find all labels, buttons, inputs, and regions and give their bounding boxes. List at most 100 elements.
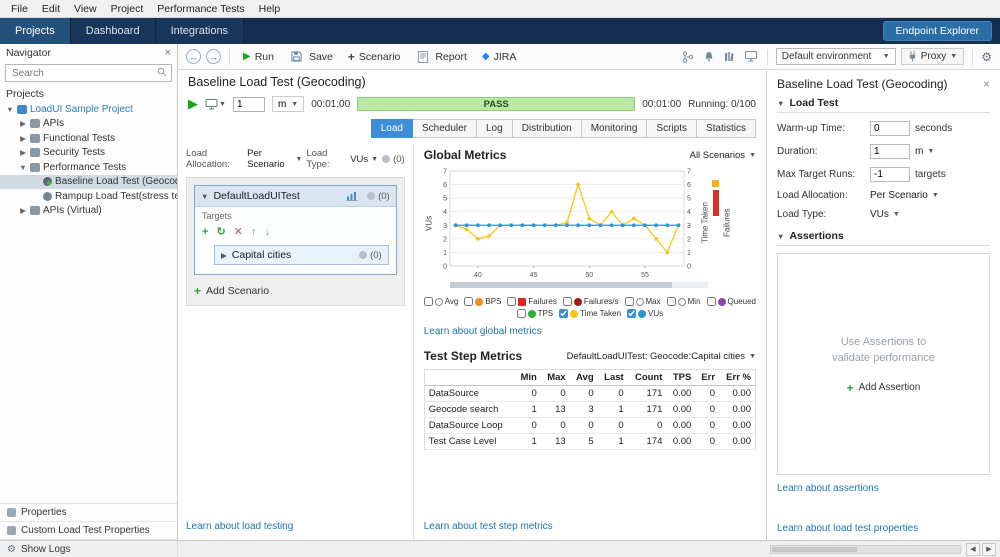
legend-checkbox-tps[interactable] (517, 309, 526, 318)
monitor-icon[interactable] (743, 49, 759, 65)
duration-input[interactable] (233, 97, 265, 112)
settings-gear-icon[interactable]: ⚙ (981, 50, 992, 64)
add-assertion-button[interactable]: + Add Assertion (847, 381, 921, 395)
properties-section[interactable]: Properties (0, 504, 177, 522)
move-down-button[interactable]: ↓ (264, 226, 270, 238)
load-test-section-header[interactable]: ▼ Load Test (777, 91, 990, 113)
navigator-close-icon[interactable]: × (165, 47, 171, 59)
tree-item-performance-tests[interactable]: ▼Performance Tests (0, 160, 177, 175)
tab-integrations[interactable]: Integrations (156, 18, 244, 44)
report-button[interactable]: Report (410, 47, 472, 67)
legend-failures-s[interactable]: Failures/s (563, 297, 619, 306)
max-target-runs-input[interactable] (870, 167, 910, 182)
duration-field[interactable] (870, 144, 910, 159)
endpoint-explorer-button[interactable]: Endpoint Explorer (883, 21, 992, 41)
loadtest-tab-statistics[interactable]: Statistics (697, 119, 756, 138)
toggle-icon[interactable]: ▶ (19, 119, 27, 128)
load-allocation-select[interactable]: Per Scenario ▼ (870, 190, 939, 201)
tree-item-apis[interactable]: ▶APIs (0, 117, 177, 132)
chart-scrollbar-thumb[interactable] (450, 282, 672, 288)
tree-item-loadui-sample-project[interactable]: ▼LoadUI Sample Project (0, 102, 177, 117)
toggle-icon[interactable]: ▶ (19, 206, 27, 215)
legend-failures[interactable]: Failures (507, 297, 556, 306)
scenario-scope-select[interactable]: All Scenarios ▼ (690, 150, 756, 161)
menu-item-edit[interactable]: Edit (35, 3, 67, 15)
run-button[interactable]: ▶ Run (238, 49, 279, 65)
learn-load-testing-link[interactable]: Learn about load testing (186, 521, 405, 532)
tab-dashboard[interactable]: Dashboard (71, 18, 156, 44)
legend-checkbox-avg[interactable] (424, 297, 433, 306)
notifications-bell-icon[interactable] (701, 49, 717, 65)
add-scenario-button[interactable]: + Add Scenario (194, 284, 397, 298)
collapse-triangle-icon[interactable]: ▼ (201, 192, 208, 201)
table-row[interactable]: DataSource Loop000000.0000.00 (424, 418, 755, 434)
learn-assertions-link[interactable]: Learn about assertions (777, 483, 990, 494)
legend-checkbox-queued[interactable] (707, 297, 716, 306)
tab-projects[interactable]: Projects (0, 18, 71, 44)
legend-checkbox-vus[interactable] (627, 309, 636, 318)
back-button[interactable]: ← (186, 49, 201, 64)
tree-item-apis-virtual[interactable]: ▶APIs (Virtual) (0, 204, 177, 219)
run-loadtest-button[interactable]: ▶ (188, 96, 198, 112)
scrollbar-thumb[interactable] (772, 547, 857, 552)
tree-item-functional-tests[interactable]: ▶Functional Tests (0, 131, 177, 146)
toggle-icon[interactable]: ▶ (19, 134, 27, 143)
menu-item-help[interactable]: Help (252, 3, 288, 15)
show-logs-button[interactable]: ⚙ Show Logs (0, 541, 178, 557)
menu-item-file[interactable]: File (4, 3, 35, 15)
chart-scrollbar[interactable] (450, 282, 708, 288)
expand-triangle-icon[interactable]: ▶ (221, 251, 227, 260)
add-target-button[interactable]: + (202, 226, 208, 238)
proxy-select[interactable]: Proxy ▼ (901, 48, 965, 65)
menu-item-performance-tests[interactable]: Performance Tests (150, 3, 251, 15)
environment-select[interactable]: Default environment ▼ (776, 48, 896, 65)
scroll-right-button[interactable]: ▶ (982, 543, 996, 556)
scroll-left-button[interactable]: ◀ (966, 543, 980, 556)
duration-unit-select[interactable]: m ▼ (915, 146, 934, 157)
legend-checkbox-bps[interactable] (464, 297, 473, 306)
toggle-icon[interactable]: ▼ (19, 163, 27, 172)
loadtest-tab-log[interactable]: Log (477, 119, 513, 138)
learn-test-step-metrics-link[interactable]: Learn about test step metrics (424, 521, 756, 532)
loadtest-tab-scheduler[interactable]: Scheduler (413, 119, 477, 138)
legend-checkbox-failures[interactable] (507, 297, 516, 306)
delete-target-button[interactable]: ✕ (234, 225, 243, 238)
load-allocation-select[interactable]: Per Scenario ▼ (247, 148, 302, 170)
duration-unit-select[interactable]: m ▼ (272, 96, 304, 112)
scrollbar-track[interactable] (770, 545, 961, 554)
toggle-icon[interactable]: ▶ (19, 148, 27, 157)
loadtest-tab-monitoring[interactable]: Monitoring (582, 119, 648, 138)
legend-queued[interactable]: Queued (707, 297, 756, 306)
device-dropdown[interactable]: ▼ (205, 99, 226, 110)
search-input[interactable] (10, 67, 157, 80)
scenario-chart-icon[interactable] (346, 191, 358, 201)
tree-item-security-tests[interactable]: ▶Security Tests (0, 146, 177, 161)
add-scenario-toolbar-button[interactable]: + Scenario (343, 48, 405, 66)
table-row[interactable]: Test Case Level113511740.0000.00 (424, 434, 755, 450)
close-icon[interactable]: × (983, 77, 990, 91)
menu-item-project[interactable]: Project (104, 3, 151, 15)
scenario-card[interactable]: ▼ DefaultLoadUITest (0) Targets (194, 185, 397, 275)
library-icon[interactable] (722, 49, 738, 65)
target-row[interactable]: ▶ Capital cities (0) (214, 245, 389, 265)
custom-load-test-properties-section[interactable]: Custom Load Test Properties (0, 522, 177, 540)
toggle-icon[interactable]: ▼ (6, 105, 14, 114)
table-row[interactable]: Geocode search113311710.0000.00 (424, 402, 755, 418)
load-type-select[interactable]: VUs ▼ (350, 154, 378, 165)
learn-global-metrics-link[interactable]: Learn about global metrics (424, 326, 756, 337)
legend-tps[interactable]: TPS (517, 309, 554, 318)
legend-time-taken[interactable]: Time Taken (559, 309, 621, 318)
legend-checkbox-min[interactable] (667, 297, 676, 306)
save-button[interactable]: Save (284, 47, 338, 67)
legend-min[interactable]: Min (667, 297, 701, 306)
tree-item-baseline-load-test-geocoding[interactable]: Baseline Load Test (Geocoding) (0, 175, 177, 190)
loadtest-tab-load[interactable]: Load (371, 119, 413, 138)
move-up-button[interactable]: ↑ (251, 226, 257, 238)
load-type-select[interactable]: VUs ▼ (870, 209, 900, 220)
legend-checkbox-time-taken[interactable] (559, 309, 568, 318)
legend-checkbox-max[interactable] (625, 297, 634, 306)
scenario-card-header[interactable]: ▼ DefaultLoadUITest (0) (195, 186, 396, 207)
legend-bps[interactable]: BPS (464, 297, 501, 306)
endpoints-branch-icon[interactable] (680, 49, 696, 65)
loadtest-tab-distribution[interactable]: Distribution (513, 119, 582, 138)
